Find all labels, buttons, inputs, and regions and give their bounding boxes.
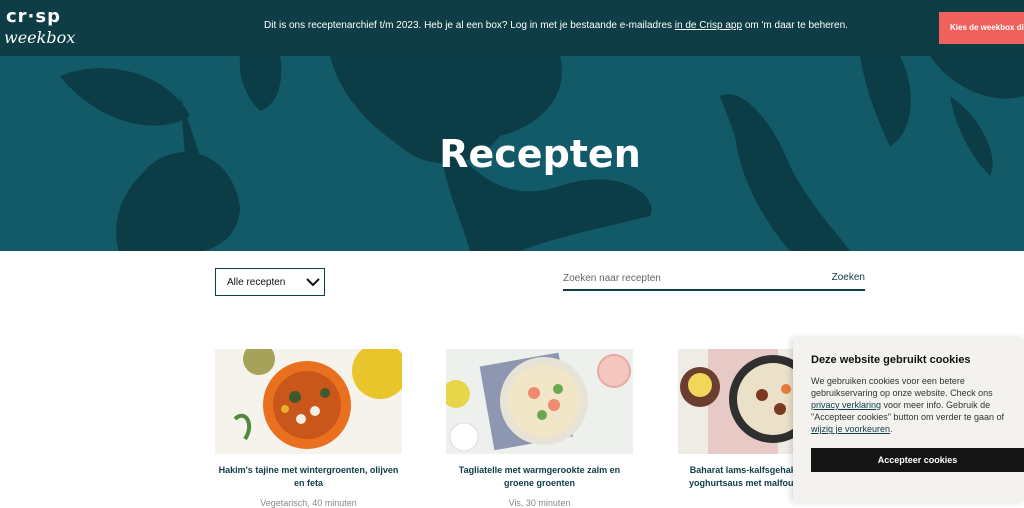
recipe-card[interactable]: Tagliatelle met warmgerookte zalm en gro… [446, 349, 633, 508]
accept-cookies-button[interactable]: Accepteer cookies [811, 448, 1024, 472]
archive-notice: Dit is ons receptenarchief t/m 2023. Heb… [264, 20, 848, 31]
recipe-title[interactable]: Tagliatelle met warmgerookte zalm en gro… [446, 464, 633, 490]
crisp-weekbox-logo[interactable]: cr·sp weekbox [4, 4, 75, 50]
recipe-image[interactable] [215, 349, 402, 454]
recipe-title[interactable]: Hakim's tajine met wintergroenten, olijv… [215, 464, 402, 490]
recipe-meta: Vegetarisch, 40 minuten [260, 498, 357, 508]
cookie-text-part: . [890, 424, 893, 434]
recipe-image[interactable] [446, 349, 633, 454]
dropdown-selected-value: Alle recepten [227, 277, 286, 288]
cookie-banner: Deze website gebruikt cookies We gebruik… [793, 338, 1024, 502]
cookie-text: We gebruiken cookies voor een betere geb… [811, 375, 1023, 435]
cookie-title: Deze website gebruikt cookies [811, 354, 971, 366]
search-bar: Zoeken [563, 266, 865, 291]
recipe-card[interactable]: Hakim's tajine met wintergroenten, olijv… [215, 349, 402, 508]
notice-text-end: om 'm daar te beheren. [742, 20, 848, 31]
notice-text: Dit is ons receptenarchief t/m 2023. Heb… [264, 20, 675, 31]
search-input[interactable] [563, 270, 803, 286]
privacy-link[interactable]: privacy verklaring [811, 400, 881, 410]
logo-subtitle: weekbox [4, 28, 76, 47]
crisp-app-link[interactable]: in de Crisp app [675, 20, 742, 31]
chevron-down-icon [306, 278, 320, 287]
logo-wordmark: cr·sp [6, 6, 61, 27]
preferences-link[interactable]: wijzig je voorkeuren [811, 424, 890, 434]
top-bar: cr·sp weekbox Dit is ons receptenarchief… [0, 0, 1024, 56]
hero-banner: Recepten [0, 56, 1024, 251]
recipe-filter-dropdown[interactable]: Alle recepten [215, 268, 325, 296]
recipe-meta: Vis, 30 minuten [508, 498, 571, 508]
choose-weekbox-button[interactable]: Kies de weekbox die [939, 12, 1024, 44]
page-title: Recepten [439, 132, 641, 176]
search-button[interactable]: Zoeken [832, 272, 865, 283]
cookie-text-part: We gebruiken cookies voor een betere geb… [811, 376, 993, 398]
